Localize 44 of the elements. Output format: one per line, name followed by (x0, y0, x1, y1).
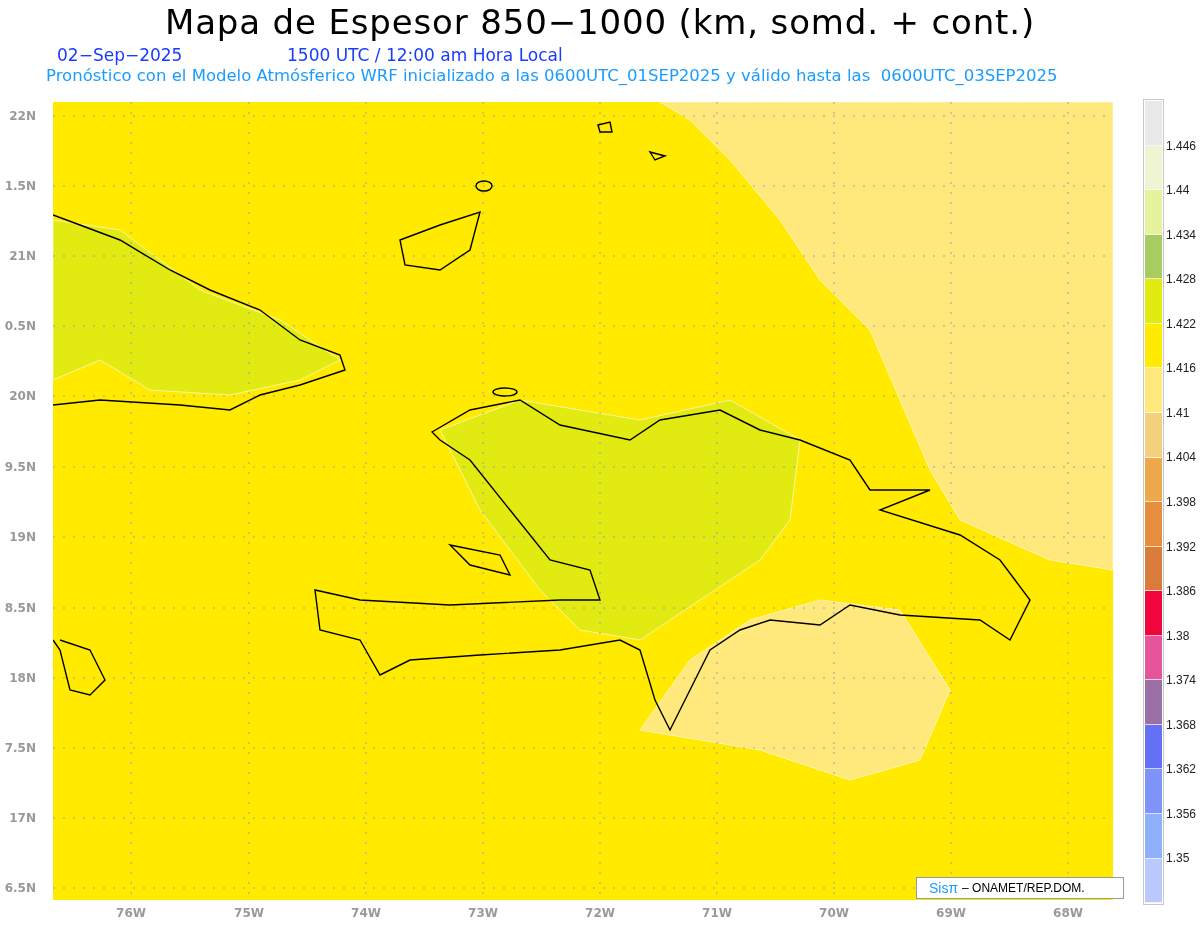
longitude-label: 75W (233, 906, 265, 920)
latitude-label: 17N (9, 811, 36, 825)
legend-label: 1.356 (1166, 806, 1197, 821)
longitude-label: 68W (1052, 906, 1084, 920)
map-title: Mapa de Espesor 850−1000 (km, somd. + cont.) (163, 2, 1037, 42)
longitude-label: 74W (350, 906, 382, 920)
legend-label: 1.38 (1166, 628, 1190, 643)
forecast-subtitle: Pronóstico con el Modelo Atmósferico WRF inicializado a las 0600UTC_01SEP2025 y válido hasta las 0600UTC_03SEP2025 (46, 66, 1058, 86)
longitude-label: 71W (701, 906, 733, 920)
longitude-label: 69W (935, 906, 967, 920)
credit-text: – ONAMET/REP.DOM. (962, 881, 1085, 895)
legend-label: 1.362 (1166, 762, 1197, 777)
latitude-label: 19N (9, 530, 36, 544)
longitude-label: 73W (467, 906, 499, 920)
legend-label: 1.422 (1166, 316, 1197, 331)
legend-label: 1.392 (1166, 539, 1197, 554)
credit-logo: Sisπ (929, 880, 959, 896)
legend-label: 1.404 (1166, 450, 1197, 465)
legend-label: 1.374 (1166, 673, 1197, 688)
latitude-label: 18N (9, 671, 36, 685)
latitude-label: 9.5N (4, 460, 36, 474)
legend-label: 1.44 (1166, 183, 1190, 198)
latitude-label: 7.5N (4, 741, 36, 755)
latitude-label: 22N (9, 109, 36, 123)
legend-label: 1.386 (1166, 584, 1197, 599)
legend-label: 1.434 (1166, 227, 1197, 242)
legend-label: 1.398 (1166, 495, 1197, 509)
latitude-label: 6.5N (4, 881, 36, 895)
legend-label: 1.416 (1166, 361, 1197, 376)
latitude-label: 0.5N (4, 319, 36, 333)
latitude-label: 1.5N (4, 179, 36, 193)
longitude-label: 70W (818, 906, 850, 920)
forecast-date: 02−Sep−2025 (57, 44, 183, 66)
legend-label: 1.41 (1166, 405, 1190, 420)
legend-label: 1.35 (1166, 851, 1190, 866)
longitude-label: 72W (584, 906, 616, 920)
latitude-label: 8.5N (4, 601, 36, 615)
legend-label: 1.446 (1166, 138, 1197, 153)
latitude-label: 21N (9, 249, 36, 263)
legend-label: 1.428 (1166, 272, 1197, 287)
latitude-label: 20N (9, 389, 36, 403)
longitude-label: 76W (115, 906, 147, 920)
legend-label: 1.368 (1166, 717, 1197, 732)
valid-time: 1500 UTC / 12:00 am Hora Local (287, 44, 563, 66)
